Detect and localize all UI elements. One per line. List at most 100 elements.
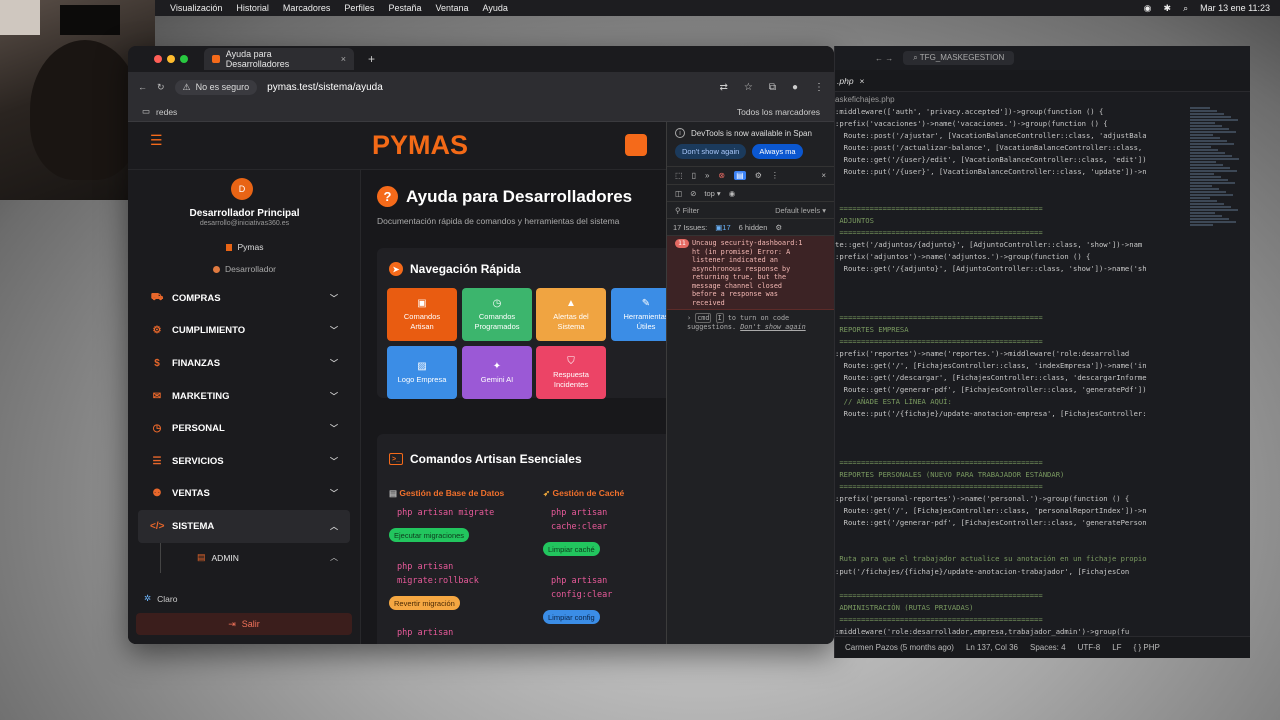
console-tab-icon[interactable]: ▤	[734, 171, 746, 180]
sidebar-item-personal[interactable]: ◷ PERSONAL ﹀	[138, 412, 350, 445]
role-label: Desarrollador	[224, 264, 277, 274]
dont-show-again-button[interactable]: Don't show again	[675, 144, 747, 159]
status-item[interactable]: UTF-8	[1078, 643, 1101, 652]
url-input[interactable]: pymas.test/sistema/ayuda	[267, 82, 383, 93]
sidebar-subitem-admin[interactable]: ▤ ADMIN ︿	[160, 542, 350, 573]
bookmark-folder-redes[interactable]: redes	[156, 107, 177, 117]
security-label: No es seguro	[195, 82, 250, 92]
web-page: ☰ PYMAS D Desarrollador Principal desarr…	[128, 122, 666, 644]
search-icon[interactable]: ⌕	[1183, 3, 1188, 14]
hamburger-icon[interactable]: ☰	[150, 132, 163, 149]
context-select[interactable]: top ▾	[704, 189, 720, 198]
logout-button[interactable]: ⇥ Salir	[136, 613, 352, 635]
nav-arrows-icon[interactable]: ← →	[875, 54, 893, 63]
avatar: D	[231, 178, 253, 200]
gear-icon[interactable]: ⚙	[775, 223, 782, 232]
errors-icon[interactable]: ⊗	[718, 171, 725, 180]
close-tab-icon[interactable]: ×	[341, 54, 346, 64]
new-tab-button[interactable]: +	[368, 52, 375, 66]
editor-title: TFG_MASKEGESTION	[919, 53, 1005, 62]
status-item[interactable]: { } PHP	[1134, 643, 1160, 652]
hint-dont-show-link[interactable]: Don't show again	[740, 323, 805, 331]
menubar-item[interactable]: Perfiles	[344, 3, 374, 13]
status-item[interactable]: Spaces: 4	[1030, 643, 1066, 652]
editor-minimap[interactable]	[1190, 106, 1242, 626]
security-indicator[interactable]: ⚠ No es seguro	[174, 79, 258, 95]
header-action-button[interactable]	[625, 134, 647, 156]
sidebar-item-compras[interactable]: ⛟ COMPRAS ﹀	[138, 282, 350, 315]
close-devtools-icon[interactable]: ×	[821, 171, 826, 180]
editor-search-box[interactable]: ⌕ TFG_MASKEGESTION	[903, 51, 1015, 65]
minimize-window-button[interactable]	[167, 55, 175, 63]
cmd-cache-clear[interactable]: php artisan cache:clear	[551, 506, 607, 534]
extensions-icon[interactable]: ⧉	[769, 82, 776, 93]
more-menu-icon[interactable]: ⋮	[814, 82, 824, 93]
quicknav-tile[interactable]: ▲ Alertas del Sistema	[536, 288, 606, 341]
bookmark-star-icon[interactable]: ☆	[744, 82, 753, 93]
sidebar-toggle-icon[interactable]: ◫	[675, 189, 682, 198]
cmd-next[interactable]: php artisan	[397, 626, 453, 640]
theme-toggle[interactable]: ✲ Claro	[144, 593, 177, 604]
close-window-button[interactable]	[154, 55, 162, 63]
menubar-clock[interactable]: Mar 13 ene 11:23	[1200, 3, 1270, 13]
sidebar-item-marketing[interactable]: ✉ MARKETING ﹀	[138, 380, 350, 413]
all-bookmarks-button[interactable]: Todos los marcadores	[737, 107, 820, 117]
console-error-message[interactable]: 11 Uncaug security-dashboard:1 ht (in pro…	[667, 236, 834, 310]
menubar-item[interactable]: Ventana	[435, 3, 468, 13]
sidebar-item-sistema[interactable]: </> SISTEMA ︿	[138, 510, 350, 543]
cmd-rollback[interactable]: php artisan migrate:rollback	[397, 560, 479, 588]
info-icon: i	[675, 128, 685, 138]
minimap-line	[1190, 155, 1232, 157]
menubar-item[interactable]: Pestaña	[388, 3, 421, 13]
minimap-line	[1190, 209, 1238, 211]
reload-icon[interactable]: ↻	[157, 82, 165, 93]
quicknav-tile[interactable]: ◷ Comandos Programados	[462, 288, 532, 341]
sidebar-item-ventas[interactable]: ⚉ VENTAS ﹀	[138, 478, 350, 511]
sidebar-item-finanzas[interactable]: $ FINANZAS ﹀	[138, 347, 350, 380]
wifi-icon[interactable]: ◉	[1144, 3, 1152, 14]
clear-console-icon[interactable]: ⊘	[690, 189, 696, 198]
status-item[interactable]: LF	[1112, 643, 1121, 652]
back-icon[interactable]: ←	[138, 82, 147, 92]
filter-input[interactable]: ⚲ Filter	[675, 206, 699, 215]
more-tabs-icon[interactable]: »	[705, 171, 709, 180]
profile-icon[interactable]: ●	[792, 82, 798, 93]
code-line: :prefix('adjuntos')->name('adjuntos.')->…	[835, 252, 1091, 262]
always-match-button[interactable]: Always ma	[752, 144, 803, 159]
cmd-config-clear[interactable]: php artisan config:clear	[551, 574, 612, 602]
levels-dropdown[interactable]: Default levels ▾	[775, 206, 826, 215]
cmd-migrate[interactable]: php artisan migrate	[397, 506, 494, 520]
editor-code[interactable]: :middleware(['auth', 'privacy.accepted']…	[835, 106, 1190, 650]
issues-row[interactable]: 17 Issues: ▣17 6 hidden ⚙	[667, 219, 834, 236]
app-logo[interactable]: PYMAS	[372, 130, 468, 161]
kebab-icon[interactable]: ⋮	[771, 171, 779, 180]
settings-icon[interactable]: ⚙	[755, 171, 762, 180]
editor-breadcrumb[interactable]: askefichajes.php	[835, 92, 1250, 106]
menubar-item[interactable]: Ayuda	[483, 3, 508, 13]
menubar-item[interactable]: Visualización	[170, 3, 222, 13]
truck-icon: ⛟	[150, 291, 164, 303]
quicknav-tile[interactable]: ▨ Logo Empresa	[387, 346, 457, 399]
maximize-window-button[interactable]	[180, 55, 188, 63]
sidebar-item-cumplimiento[interactable]: ⚙ CUMPLIMIENTO ﹀	[138, 315, 350, 348]
translate-icon[interactable]: ⇄	[719, 82, 727, 93]
quicknav-tile[interactable]: ⛉ Respuesta Incidentes	[536, 346, 606, 399]
browser-tab-active[interactable]: Ayuda para Desarrolladores ×	[204, 48, 354, 70]
device-icon[interactable]: ▯	[692, 171, 696, 180]
close-editor-tab-icon[interactable]: ×	[860, 76, 865, 86]
menubar-item[interactable]: Historial	[236, 3, 269, 13]
inspect-icon[interactable]: ⬚	[675, 171, 683, 180]
quicknav-tile[interactable]: ✦ Gemini AI	[462, 346, 532, 399]
editor-tab[interactable]: .php	[837, 76, 854, 86]
menubar-item[interactable]: Marcadores	[283, 3, 331, 13]
status-item[interactable]: Carmen Pazos (5 months ago)	[845, 643, 954, 652]
bluetooth-icon[interactable]: ✱	[1164, 3, 1172, 14]
hint-key-cmd: cmd	[695, 313, 712, 323]
status-item[interactable]: Ln 137, Col 36	[966, 643, 1018, 652]
chevron-down-icon: ﹀	[330, 293, 338, 303]
quicknav-tile[interactable]: ▣ Comandos Artisan	[387, 288, 457, 341]
sidebar-item-servicios[interactable]: ☰ SERVICIOS ﹀	[138, 445, 350, 478]
quicknav-tile[interactable]: ✎ Herramientas Útiles	[611, 288, 666, 341]
eye-icon[interactable]: ◉	[729, 189, 736, 198]
